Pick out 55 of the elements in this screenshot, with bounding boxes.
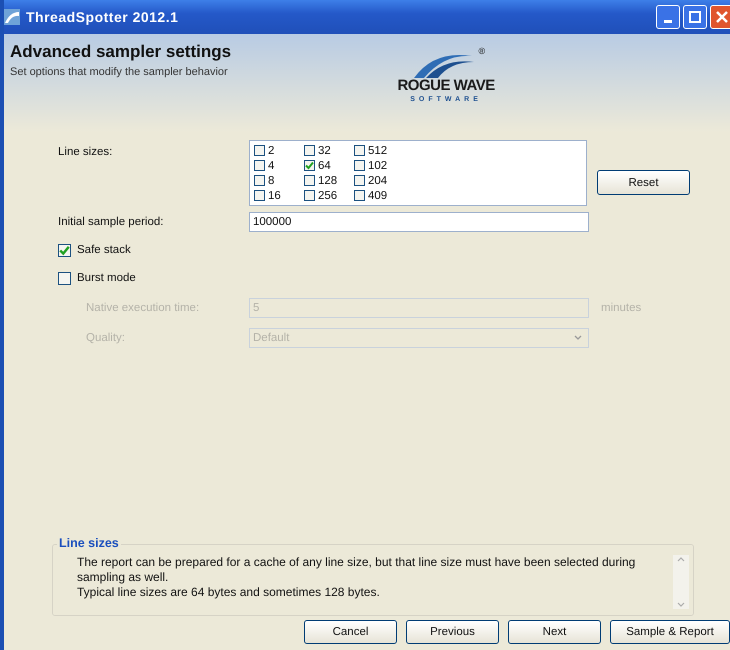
checkbox[interactable] <box>304 160 315 171</box>
checkbox-label: Safe stack <box>77 244 131 256</box>
checkbox[interactable] <box>254 145 265 156</box>
checkbox[interactable] <box>354 175 365 186</box>
unit-label: minutes <box>601 302 642 314</box>
option-label: 409 <box>368 190 388 202</box>
checkbox[interactable] <box>254 160 265 171</box>
registered-mark: ® <box>478 46 486 56</box>
checkbox[interactable] <box>354 160 365 171</box>
field-label: Line sizes: <box>58 145 114 158</box>
checkbox[interactable] <box>354 145 365 156</box>
wizard-button[interactable]: Sample & Report <box>610 620 730 644</box>
checkbox[interactable] <box>304 190 315 201</box>
option-label: 32 <box>318 144 331 156</box>
wizard-button[interactable]: Next <box>508 620 601 644</box>
checkbox[interactable] <box>304 145 315 156</box>
wizard-button[interactable]: Cancel <box>304 620 397 644</box>
help-text: Typical line sizes are 64 bytes and sometimes 128 bytes. <box>77 585 381 600</box>
logo-name: ROGUE WAVE <box>397 78 495 94</box>
help-text: The report can be prepared for a cache of any line size, but that line size must have been selected during sampling as well. <box>77 555 636 585</box>
maximize-button[interactable] <box>683 5 707 29</box>
scrollbar[interactable] <box>673 555 689 609</box>
option-label: 204 <box>368 174 388 186</box>
wizard-button[interactable]: Previous <box>406 620 499 644</box>
page-title: Advanced sampler settings <box>10 42 232 62</box>
option-label: 4 <box>268 160 274 172</box>
option-label: 16 <box>268 190 281 202</box>
checkbox[interactable] <box>354 190 365 201</box>
checkbox-label: Burst mode <box>77 272 136 284</box>
maximize-icon <box>689 11 701 23</box>
option-label: 256 <box>318 190 338 202</box>
field-label: Quality: <box>85 332 126 344</box>
close-icon <box>716 11 728 23</box>
checkbox[interactable] <box>304 175 315 186</box>
help-title: Line sizes <box>57 536 121 550</box>
option-label: 64 <box>318 160 331 172</box>
page-subtitle: Set options that modify the sampler behavior <box>10 66 229 78</box>
option-label: 2 <box>268 144 274 156</box>
option-label: 512 <box>368 144 388 156</box>
checkbox[interactable] <box>254 175 265 186</box>
reset-button[interactable]: Reset <box>597 170 690 195</box>
checkbox[interactable] <box>254 190 265 201</box>
field-label: Initial sample period: <box>58 216 164 228</box>
minimize-button[interactable] <box>656 5 680 29</box>
option-label: 102 <box>368 160 388 172</box>
window-title: ThreadSpotter 2012.1 <box>26 9 178 25</box>
sample-period-field[interactable]: 100000 <box>249 212 589 232</box>
close-button[interactable] <box>710 5 730 29</box>
app-icon <box>4 9 20 25</box>
checkbox[interactable] <box>58 244 71 256</box>
field-label: Native execution time: <box>85 302 200 314</box>
option-label: 8 <box>268 174 274 186</box>
option-label: 128 <box>318 174 338 186</box>
minimize-icon <box>664 20 672 22</box>
checkbox[interactable] <box>58 272 71 284</box>
